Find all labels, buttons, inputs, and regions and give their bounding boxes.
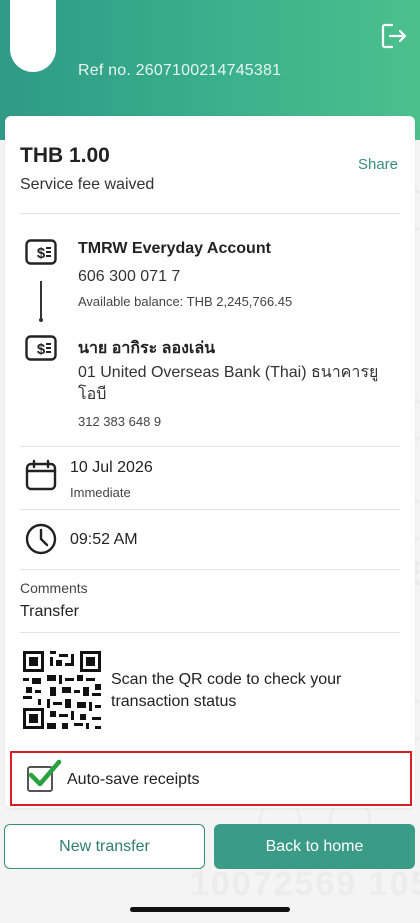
bank-logo (10, 0, 56, 72)
svg-text:$: $ (37, 341, 46, 358)
clock-icon (25, 523, 57, 555)
connector-dot (39, 318, 43, 322)
wallet-icon: $ (25, 239, 57, 265)
available-balance: Available balance: THB 2,245,766.45 (78, 294, 293, 309)
from-account-name: TMRW Everyday Account (78, 240, 271, 257)
fee-note: Service fee waived (20, 176, 155, 193)
back-to-home-button[interactable]: Back to home (214, 824, 415, 869)
share-button[interactable]: Share (358, 156, 398, 173)
transfer-time: 09:52 AM (70, 531, 138, 548)
svg-text:$: $ (37, 245, 46, 262)
qr-code[interactable] (23, 651, 101, 729)
reference-number: Ref no. 2607100214745381 (78, 62, 282, 79)
wallet-icon: $ (25, 335, 57, 361)
logout-icon[interactable] (380, 22, 408, 50)
divider (20, 213, 400, 214)
to-account-name: นาย อากิระ ลองเล่น (78, 340, 216, 357)
transfer-amount: THB 1.00 (20, 144, 110, 167)
to-bank-name: 01 United Overseas Bank (Thai) ธนาคารยูโ… (78, 364, 379, 403)
divider (20, 632, 400, 633)
watermark-text: 10072569 105 (190, 865, 420, 903)
home-indicator (130, 907, 290, 912)
calendar-icon (25, 459, 57, 491)
comments-label: Comments (20, 580, 88, 596)
transfer-date: 10 Jul 2026 (70, 459, 153, 476)
new-transfer-button[interactable]: New transfer (4, 824, 205, 869)
autosave-label: Auto-save receipts (67, 771, 200, 788)
comments-value: Transfer (20, 603, 79, 620)
qr-instructions: Scan the QR code to check your transacti… (111, 671, 342, 710)
check-icon (28, 759, 62, 787)
divider (20, 569, 400, 570)
to-account-number: 312 383 648 9 (78, 414, 162, 429)
divider (20, 446, 400, 447)
transfer-timing: Immediate (70, 485, 131, 500)
from-account-number: 606 300 071 7 (78, 268, 181, 285)
autosave-receipts-row[interactable]: Auto-save receipts (10, 751, 412, 806)
divider (20, 509, 400, 510)
receipt-card: THB 1.00 Service fee waived Share $ TMRW… (5, 116, 415, 808)
connector-line (40, 281, 42, 321)
